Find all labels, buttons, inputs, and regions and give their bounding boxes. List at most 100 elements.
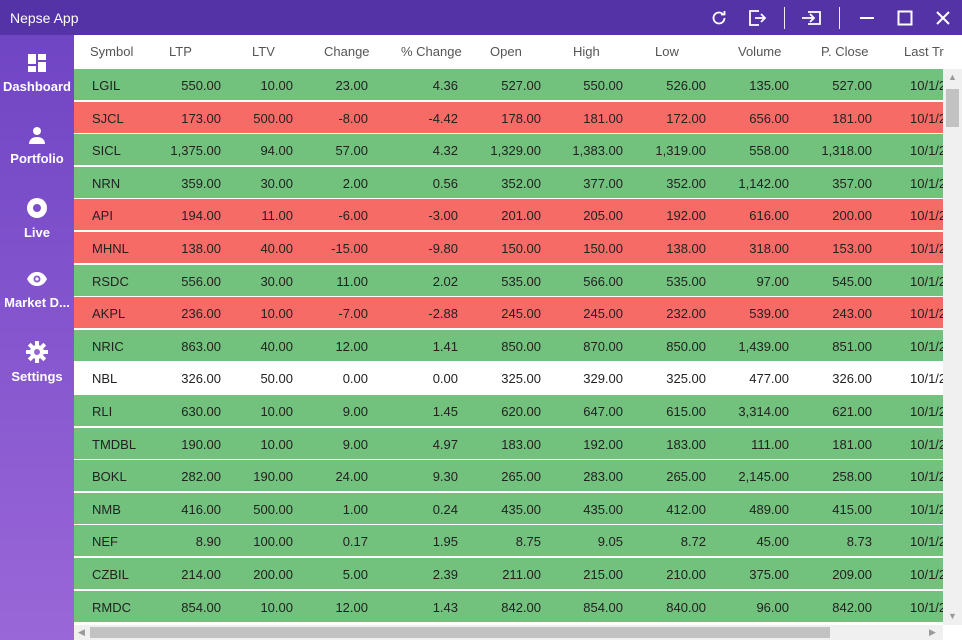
cell-ltv: 11.00 — [261, 208, 293, 224]
eye-icon — [27, 272, 47, 286]
cell-open: 352.00 — [501, 175, 541, 191]
table-row[interactable]: API 194.00 11.00 -6.00 -3.00 201.00 205.00 192.… — [74, 199, 946, 232]
horizontal-scroll-thumb[interactable] — [90, 627, 830, 638]
cell-ltp: 359.00 — [181, 175, 221, 191]
cell-percent-change: 1.41 — [432, 338, 458, 354]
maximize-icon[interactable] — [886, 0, 924, 35]
table-row[interactable]: SICL 1,375.00 94.00 57.00 4.32 1,329.00 1,383.… — [74, 134, 946, 167]
column-header-previous-close[interactable]: P. Close — [821, 44, 868, 59]
cell-last-traded: 10/1/2 — [910, 567, 947, 582]
cell-symbol: NRN — [92, 175, 121, 191]
scroll-up-icon[interactable]: ▲ — [948, 72, 957, 82]
cell-change: 23.00 — [335, 78, 368, 93]
close-icon[interactable] — [924, 0, 962, 35]
scroll-right-icon[interactable]: ▶ — [929, 627, 936, 638]
horizontal-scrollbar[interactable]: ◀ ▶ — [74, 625, 943, 640]
cell-ltp: 854.00 — [181, 599, 221, 615]
table-row[interactable]: TMDBL 190.00 10.00 9.00 4.97 183.00 192.00 183.… — [74, 427, 946, 460]
cell-previous-close: 842.00 — [832, 599, 872, 615]
cell-symbol: RLI — [92, 404, 113, 419]
login-icon[interactable] — [793, 0, 831, 35]
scroll-down-icon[interactable]: ▼ — [948, 611, 957, 621]
column-header-percent-change[interactable]: % Change — [401, 44, 462, 59]
refresh-icon[interactable] — [700, 0, 738, 35]
vertical-scrollbar[interactable]: ▲ ▼ — [943, 69, 962, 625]
cell-ltv: 30.00 — [260, 273, 293, 289]
cell-low: 192.00 — [666, 208, 706, 224]
cell-percent-change: 1.95 — [432, 534, 458, 550]
cell-low: 172.00 — [666, 110, 706, 126]
column-header-volume[interactable]: Volume — [738, 44, 781, 59]
column-header-change[interactable]: Change — [324, 44, 370, 59]
column-header-open[interactable]: Open — [490, 44, 522, 59]
sidebar-item-portfolio[interactable]: Portfolio — [0, 121, 74, 181]
cell-change: 0.00 — [342, 371, 368, 387]
cell-ltp: 282.00 — [181, 469, 221, 485]
table-row[interactable]: NRIC 863.00 40.00 12.00 1.41 850.00 870.00 850.… — [74, 329, 946, 362]
table-row[interactable]: RMDC 854.00 10.00 12.00 1.43 842.00 854.00 840.… — [74, 590, 946, 623]
cell-volume: 96.00 — [756, 599, 789, 615]
column-header-ltp[interactable]: LTP — [169, 44, 192, 59]
vertical-scroll-thumb[interactable] — [946, 89, 959, 127]
cell-ltv: 190.00 — [253, 469, 293, 485]
cell-low: 526.00 — [666, 78, 706, 93]
sidebar-item-dashboard[interactable]: Dashboard — [0, 49, 74, 109]
cell-change: -15.00 — [331, 241, 368, 256]
cell-previous-close: 851.00 — [832, 338, 872, 354]
export-icon[interactable] — [738, 0, 776, 35]
app-title: Nepse App — [10, 9, 79, 26]
sidebar-item-settings[interactable]: Settings — [0, 337, 74, 397]
column-header-ltv[interactable]: LTV — [252, 44, 275, 59]
table-row[interactable]: NBL 326.00 50.00 0.00 0.00 325.00 329.00 325.00… — [74, 362, 946, 395]
table-row[interactable]: BOKL 282.00 190.00 24.00 9.30 265.00 283.00 265… — [74, 460, 946, 493]
table-row[interactable]: NMB 416.00 500.00 1.00 0.24 435.00 435.00 412.0… — [74, 492, 946, 525]
table-row[interactable]: RSDC 556.00 30.00 11.00 2.02 535.00 566.00 535.… — [74, 264, 946, 297]
cell-percent-change: 4.36 — [432, 78, 458, 93]
table-row[interactable]: RLI 630.00 10.00 9.00 1.45 620.00 647.00 615.00… — [74, 395, 946, 427]
cell-high: 329.00 — [583, 371, 623, 387]
cell-open: 435.00 — [501, 501, 541, 517]
table-row[interactable]: NEF 8.90 100.00 0.17 1.95 8.75 9.05 8.72 45.00 8.… — [74, 525, 946, 558]
cell-volume: 375.00 — [749, 567, 789, 582]
cell-percent-change: -2.88 — [428, 306, 458, 322]
scroll-left-icon[interactable]: ◀ — [78, 627, 85, 638]
table-row[interactable]: CZBIL 214.00 200.00 5.00 2.39 211.00 215.00 210… — [74, 558, 947, 590]
cell-symbol: API — [92, 208, 113, 224]
sidebar-item-market-data[interactable]: Market D... — [0, 265, 74, 325]
column-header-high[interactable]: High — [573, 44, 600, 59]
cell-low: 1,319.00 — [655, 143, 706, 159]
cell-percent-change: 0.00 — [432, 371, 458, 387]
cell-high: 870.00 — [583, 338, 623, 354]
cell-ltp: 863.00 — [181, 338, 221, 354]
table-row[interactable]: LGIL 550.00 10.00 23.00 4.36 527.00 550.00 526.… — [74, 69, 946, 101]
sidebar-item-label: Portfolio — [10, 151, 64, 166]
cell-ltp: 236.00 — [181, 306, 221, 322]
cell-open: 8.75 — [515, 534, 541, 550]
cell-low: 412.00 — [666, 501, 706, 517]
cell-ltp: 8.90 — [195, 534, 221, 550]
cell-low: 138.00 — [666, 241, 706, 256]
cell-percent-change: 4.32 — [432, 143, 458, 159]
cell-ltv: 500.00 — [253, 501, 293, 517]
cell-volume: 656.00 — [749, 110, 789, 126]
cell-ltv: 10.00 — [260, 78, 293, 93]
column-header-symbol[interactable]: Symbol — [90, 44, 133, 59]
table-row[interactable]: AKPL 236.00 10.00 -7.00 -2.88 245.00 245.00 232… — [74, 297, 946, 330]
column-header-last-traded[interactable]: Last Tr — [904, 44, 944, 59]
cell-high: 150.00 — [583, 241, 623, 256]
cell-low: 8.72 — [680, 534, 706, 550]
cell-percent-change: 0.24 — [432, 501, 458, 517]
cell-volume: 318.00 — [749, 241, 789, 256]
minimize-icon[interactable] — [848, 0, 886, 35]
cell-ltv: 200.00 — [253, 567, 293, 582]
cell-ltv: 10.00 — [260, 404, 293, 419]
column-header-low[interactable]: Low — [655, 44, 679, 59]
table-row[interactable]: SJCL 173.00 500.00 -8.00 -4.42 178.00 181.00 17… — [74, 101, 946, 134]
cell-ltp: 630.00 — [181, 404, 221, 419]
sidebar-item-live[interactable]: Live — [0, 193, 74, 253]
table-row[interactable]: MHNL 138.00 40.00 -15.00 -9.80 150.00 150.00 13… — [74, 232, 946, 264]
cell-volume: 45.00 — [756, 534, 789, 550]
sidebar-item-label: Dashboard — [3, 79, 71, 94]
table-row[interactable]: NRN 359.00 30.00 2.00 0.56 352.00 377.00 352.00… — [74, 166, 946, 199]
cell-ltp: 214.00 — [181, 567, 221, 582]
